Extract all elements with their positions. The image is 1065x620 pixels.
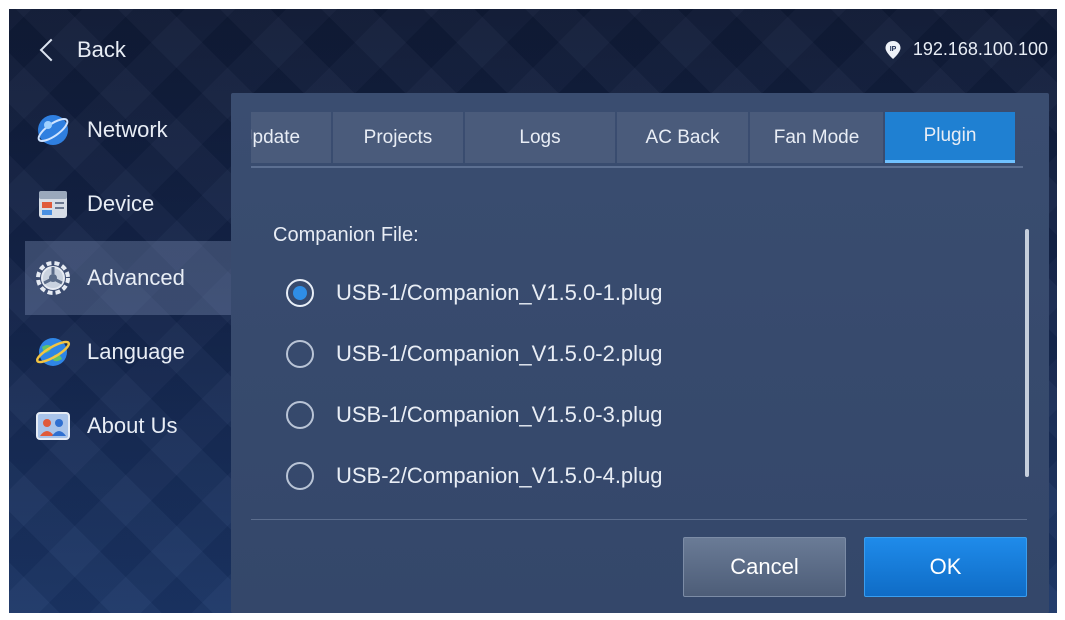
tab-label: AC Back bbox=[645, 126, 720, 148]
option-label: USB-2/Companion_V1.5.0-4.plug bbox=[336, 463, 663, 488]
tab-label: Plugin bbox=[923, 125, 977, 146]
tab-label: Fan Mode bbox=[773, 126, 860, 148]
scrollbar[interactable] bbox=[1025, 229, 1029, 477]
gear-icon bbox=[33, 258, 73, 298]
sidebar-item-label: Language bbox=[87, 339, 185, 364]
ok-button[interactable]: OK bbox=[864, 537, 1027, 597]
device-server-icon bbox=[33, 184, 73, 224]
companion-option-2[interactable]: USB-1/Companion_V1.5.0-2.plug bbox=[286, 337, 663, 371]
sidebar-item-advanced[interactable]: Advanced bbox=[25, 241, 235, 315]
plugin-dialog: Jpdate Projects Logs AC Back Fan Mode Pl… bbox=[231, 93, 1049, 613]
tab-logs[interactable]: Logs bbox=[465, 112, 615, 163]
tab-label: Jpdate bbox=[251, 126, 301, 148]
companion-option-3[interactable]: USB-1/Companion_V1.5.0-3.plug bbox=[286, 398, 663, 432]
back-button[interactable]: Back bbox=[37, 35, 126, 65]
tab-update[interactable]: Jpdate bbox=[251, 112, 331, 163]
tab-underline bbox=[251, 166, 1023, 168]
divider bbox=[251, 519, 1027, 520]
network-globe-icon bbox=[33, 110, 73, 150]
tab-projects[interactable]: Projects bbox=[333, 112, 463, 163]
radio-button[interactable] bbox=[286, 462, 314, 490]
tab-plugin[interactable]: Plugin bbox=[885, 112, 1015, 163]
tab-label: Logs bbox=[519, 126, 561, 148]
cancel-label: Cancel bbox=[730, 554, 799, 579]
sidebar: Network Device Advanced Language About U… bbox=[25, 93, 235, 463]
sidebar-item-device[interactable]: Device bbox=[25, 167, 235, 241]
tab-label: Projects bbox=[363, 126, 433, 148]
sidebar-item-label: Network bbox=[87, 117, 168, 142]
people-icon bbox=[33, 406, 73, 446]
back-label: Back bbox=[77, 37, 126, 62]
companion-file-label: Companion File: bbox=[273, 224, 419, 246]
screen: Back IP 192.168.100.100 Network Device A… bbox=[9, 9, 1057, 613]
chevron-left-icon bbox=[39, 38, 63, 62]
companion-option-4[interactable]: USB-2/Companion_V1.5.0-4.plug bbox=[286, 459, 663, 493]
language-globe-icon bbox=[33, 332, 73, 372]
sidebar-item-about-us[interactable]: About Us bbox=[25, 389, 235, 463]
companion-option-1[interactable]: USB-1/Companion_V1.5.0-1.plug bbox=[286, 276, 663, 310]
ip-address-text: 192.168.100.100 bbox=[912, 39, 1048, 59]
tab-ac-back[interactable]: AC Back bbox=[617, 112, 748, 163]
sidebar-item-label: About Us bbox=[87, 413, 178, 438]
radio-button[interactable] bbox=[286, 340, 314, 368]
svg-text:IP: IP bbox=[890, 46, 897, 53]
sidebar-item-label: Advanced bbox=[87, 265, 185, 290]
radio-button[interactable] bbox=[286, 401, 314, 429]
sidebar-item-network[interactable]: Network bbox=[25, 93, 235, 167]
tab-bar: Jpdate Projects Logs AC Back Fan Mode Pl… bbox=[251, 112, 1023, 168]
ip-pin-icon: IP bbox=[885, 40, 901, 59]
tab-fan-mode[interactable]: Fan Mode bbox=[750, 112, 883, 163]
ip-address-display: IP 192.168.100.100 bbox=[885, 39, 1048, 60]
option-label: USB-1/Companion_V1.5.0-1.plug bbox=[336, 280, 663, 305]
option-label: USB-1/Companion_V1.5.0-3.plug bbox=[336, 402, 663, 427]
cancel-button[interactable]: Cancel bbox=[683, 537, 846, 597]
radio-button[interactable] bbox=[286, 279, 314, 307]
option-label: USB-1/Companion_V1.5.0-2.plug bbox=[336, 341, 663, 366]
sidebar-item-label: Device bbox=[87, 191, 155, 216]
ok-label: OK bbox=[929, 554, 962, 579]
sidebar-item-language[interactable]: Language bbox=[25, 315, 235, 389]
